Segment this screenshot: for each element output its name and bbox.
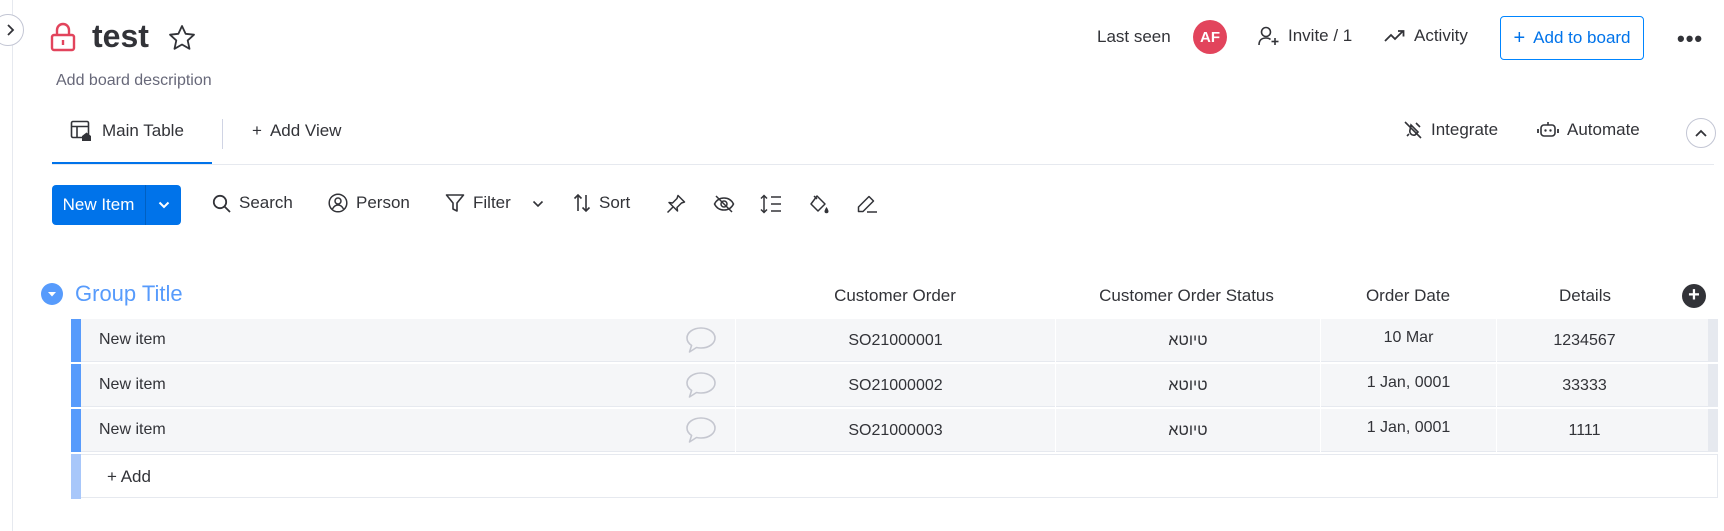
person-filter-button[interactable]: Person [328, 193, 410, 213]
row-height-icon[interactable] [760, 194, 782, 214]
status-cell[interactable]: טיוטא [1055, 319, 1320, 362]
row-end-cap [1708, 409, 1718, 452]
activity-label: Activity [1414, 26, 1468, 45]
integrate-button[interactable]: Integrate [1403, 120, 1498, 140]
group-collapse-toggle[interactable] [41, 283, 63, 305]
new-item-button[interactable]: New Item [52, 185, 181, 225]
search-label: Search [239, 193, 293, 212]
trend-icon [1384, 30, 1405, 42]
filter-label: Filter [473, 193, 511, 212]
row-end-cap [1708, 364, 1718, 407]
invite-label: Invite / 1 [1288, 26, 1353, 45]
column-header[interactable]: Customer Order Status [1054, 286, 1319, 306]
row-end-cap [1708, 319, 1718, 362]
table-home-icon [70, 120, 91, 141]
integrate-label: Integrate [1431, 120, 1499, 139]
hide-icon[interactable] [713, 194, 735, 214]
lock-icon [50, 22, 76, 52]
search-icon [212, 194, 231, 213]
details-cell[interactable]: 33333 [1496, 364, 1672, 407]
table-row[interactable]: New item SO21000003 טיוטא 1 Jan, 0001 11… [71, 409, 1718, 452]
collapse-header-button[interactable] [1686, 118, 1716, 148]
activity-button[interactable]: Activity [1384, 26, 1468, 46]
chevron-up-icon [1695, 129, 1707, 137]
automate-button[interactable]: Automate [1537, 120, 1640, 140]
item-name[interactable]: New item [99, 331, 166, 349]
star-icon[interactable] [168, 24, 196, 51]
sort-label: Sort [599, 193, 631, 212]
group-color-bar [71, 319, 81, 362]
item-name[interactable]: New item [99, 376, 166, 394]
tab-main-table-label: Main Table [102, 121, 184, 140]
tab-divider [222, 119, 223, 149]
add-view-button[interactable]: + Add View [252, 121, 341, 141]
status-cell[interactable]: טיוטא [1055, 364, 1320, 407]
add-to-board-label: Add to board [1533, 28, 1631, 47]
automate-label: Automate [1567, 120, 1640, 139]
details-cell[interactable]: 1111 [1496, 409, 1672, 452]
item-name[interactable]: New item [99, 421, 166, 439]
column-header[interactable]: Order Date [1320, 286, 1496, 306]
expand-sidebar-button[interactable] [0, 14, 24, 46]
group-color-bar [71, 364, 81, 407]
chat-bubble-icon[interactable] [685, 371, 717, 399]
board-description[interactable]: Add board description [56, 72, 212, 90]
customer-order-cell[interactable]: SO21000001 [735, 319, 1055, 362]
person-label: Person [356, 193, 410, 212]
details-cell[interactable]: 1234567 [1496, 319, 1672, 362]
add-to-board-button[interactable]: + Add to board [1500, 16, 1644, 60]
sidebar-divider [12, 0, 13, 531]
plus-icon: + [252, 121, 262, 140]
customer-order-cell[interactable]: SO21000002 [735, 364, 1055, 407]
search-button[interactable]: Search [212, 193, 293, 213]
order-date-cell[interactable]: 1 Jan, 0001 [1320, 409, 1496, 452]
customer-order-cell[interactable]: SO21000003 [735, 409, 1055, 452]
edit-icon[interactable] [856, 194, 878, 214]
filter-dropdown[interactable] [532, 200, 544, 208]
filter-button[interactable]: Filter [445, 193, 511, 213]
chat-bubble-icon[interactable] [685, 416, 717, 444]
filter-icon [445, 194, 465, 212]
add-person-icon [1258, 26, 1279, 46]
tab-main-table[interactable]: Main Table [70, 120, 184, 142]
chevron-down-icon [532, 200, 544, 208]
add-item-row[interactable]: + Add [71, 454, 1718, 499]
sort-button[interactable]: Sort [573, 193, 630, 213]
column-header[interactable]: Details [1497, 286, 1673, 306]
table-row[interactable]: New item SO21000002 טיוטא 1 Jan, 0001 33… [71, 364, 1718, 407]
group-color-bar [71, 454, 81, 499]
add-column-button[interactable]: + [1682, 284, 1706, 308]
order-date-cell[interactable]: 1 Jan, 0001 [1320, 364, 1496, 407]
plus-icon: + [1688, 284, 1700, 306]
order-date-cell[interactable]: 10 Mar [1320, 319, 1496, 362]
plus-icon: + [1513, 27, 1526, 49]
add-view-label: Add View [269, 121, 342, 140]
tabs-divider [52, 164, 1714, 165]
paint-bucket-icon[interactable] [808, 194, 830, 216]
status-cell[interactable]: טיוטא [1055, 409, 1320, 452]
column-header[interactable]: Customer Order [735, 286, 1055, 306]
chat-bubble-icon[interactable] [685, 326, 717, 354]
group-title[interactable]: Group Title [75, 281, 183, 307]
board-title[interactable]: test [92, 18, 149, 55]
chevron-down-icon [158, 201, 169, 209]
chevron-down-icon [48, 291, 56, 296]
invite-button[interactable]: Invite / 1 [1258, 26, 1352, 46]
new-item-label[interactable]: New Item [52, 185, 146, 225]
pin-icon[interactable] [666, 194, 686, 214]
last-seen-label: Last seen [1097, 27, 1171, 46]
group-color-bar [71, 409, 81, 452]
new-item-dropdown[interactable] [146, 185, 181, 225]
robot-icon [1537, 122, 1559, 137]
chevron-right-icon [7, 24, 15, 36]
table-row[interactable]: New item SO21000001 טיוטא 10 Mar 1234567 [71, 319, 1718, 362]
add-item-label[interactable]: + Add [107, 467, 151, 487]
avatar[interactable]: AF [1193, 20, 1227, 54]
person-icon [328, 193, 348, 213]
sort-icon [573, 193, 591, 213]
plug-icon [1404, 121, 1422, 139]
more-options-icon[interactable]: ••• [1677, 26, 1703, 52]
